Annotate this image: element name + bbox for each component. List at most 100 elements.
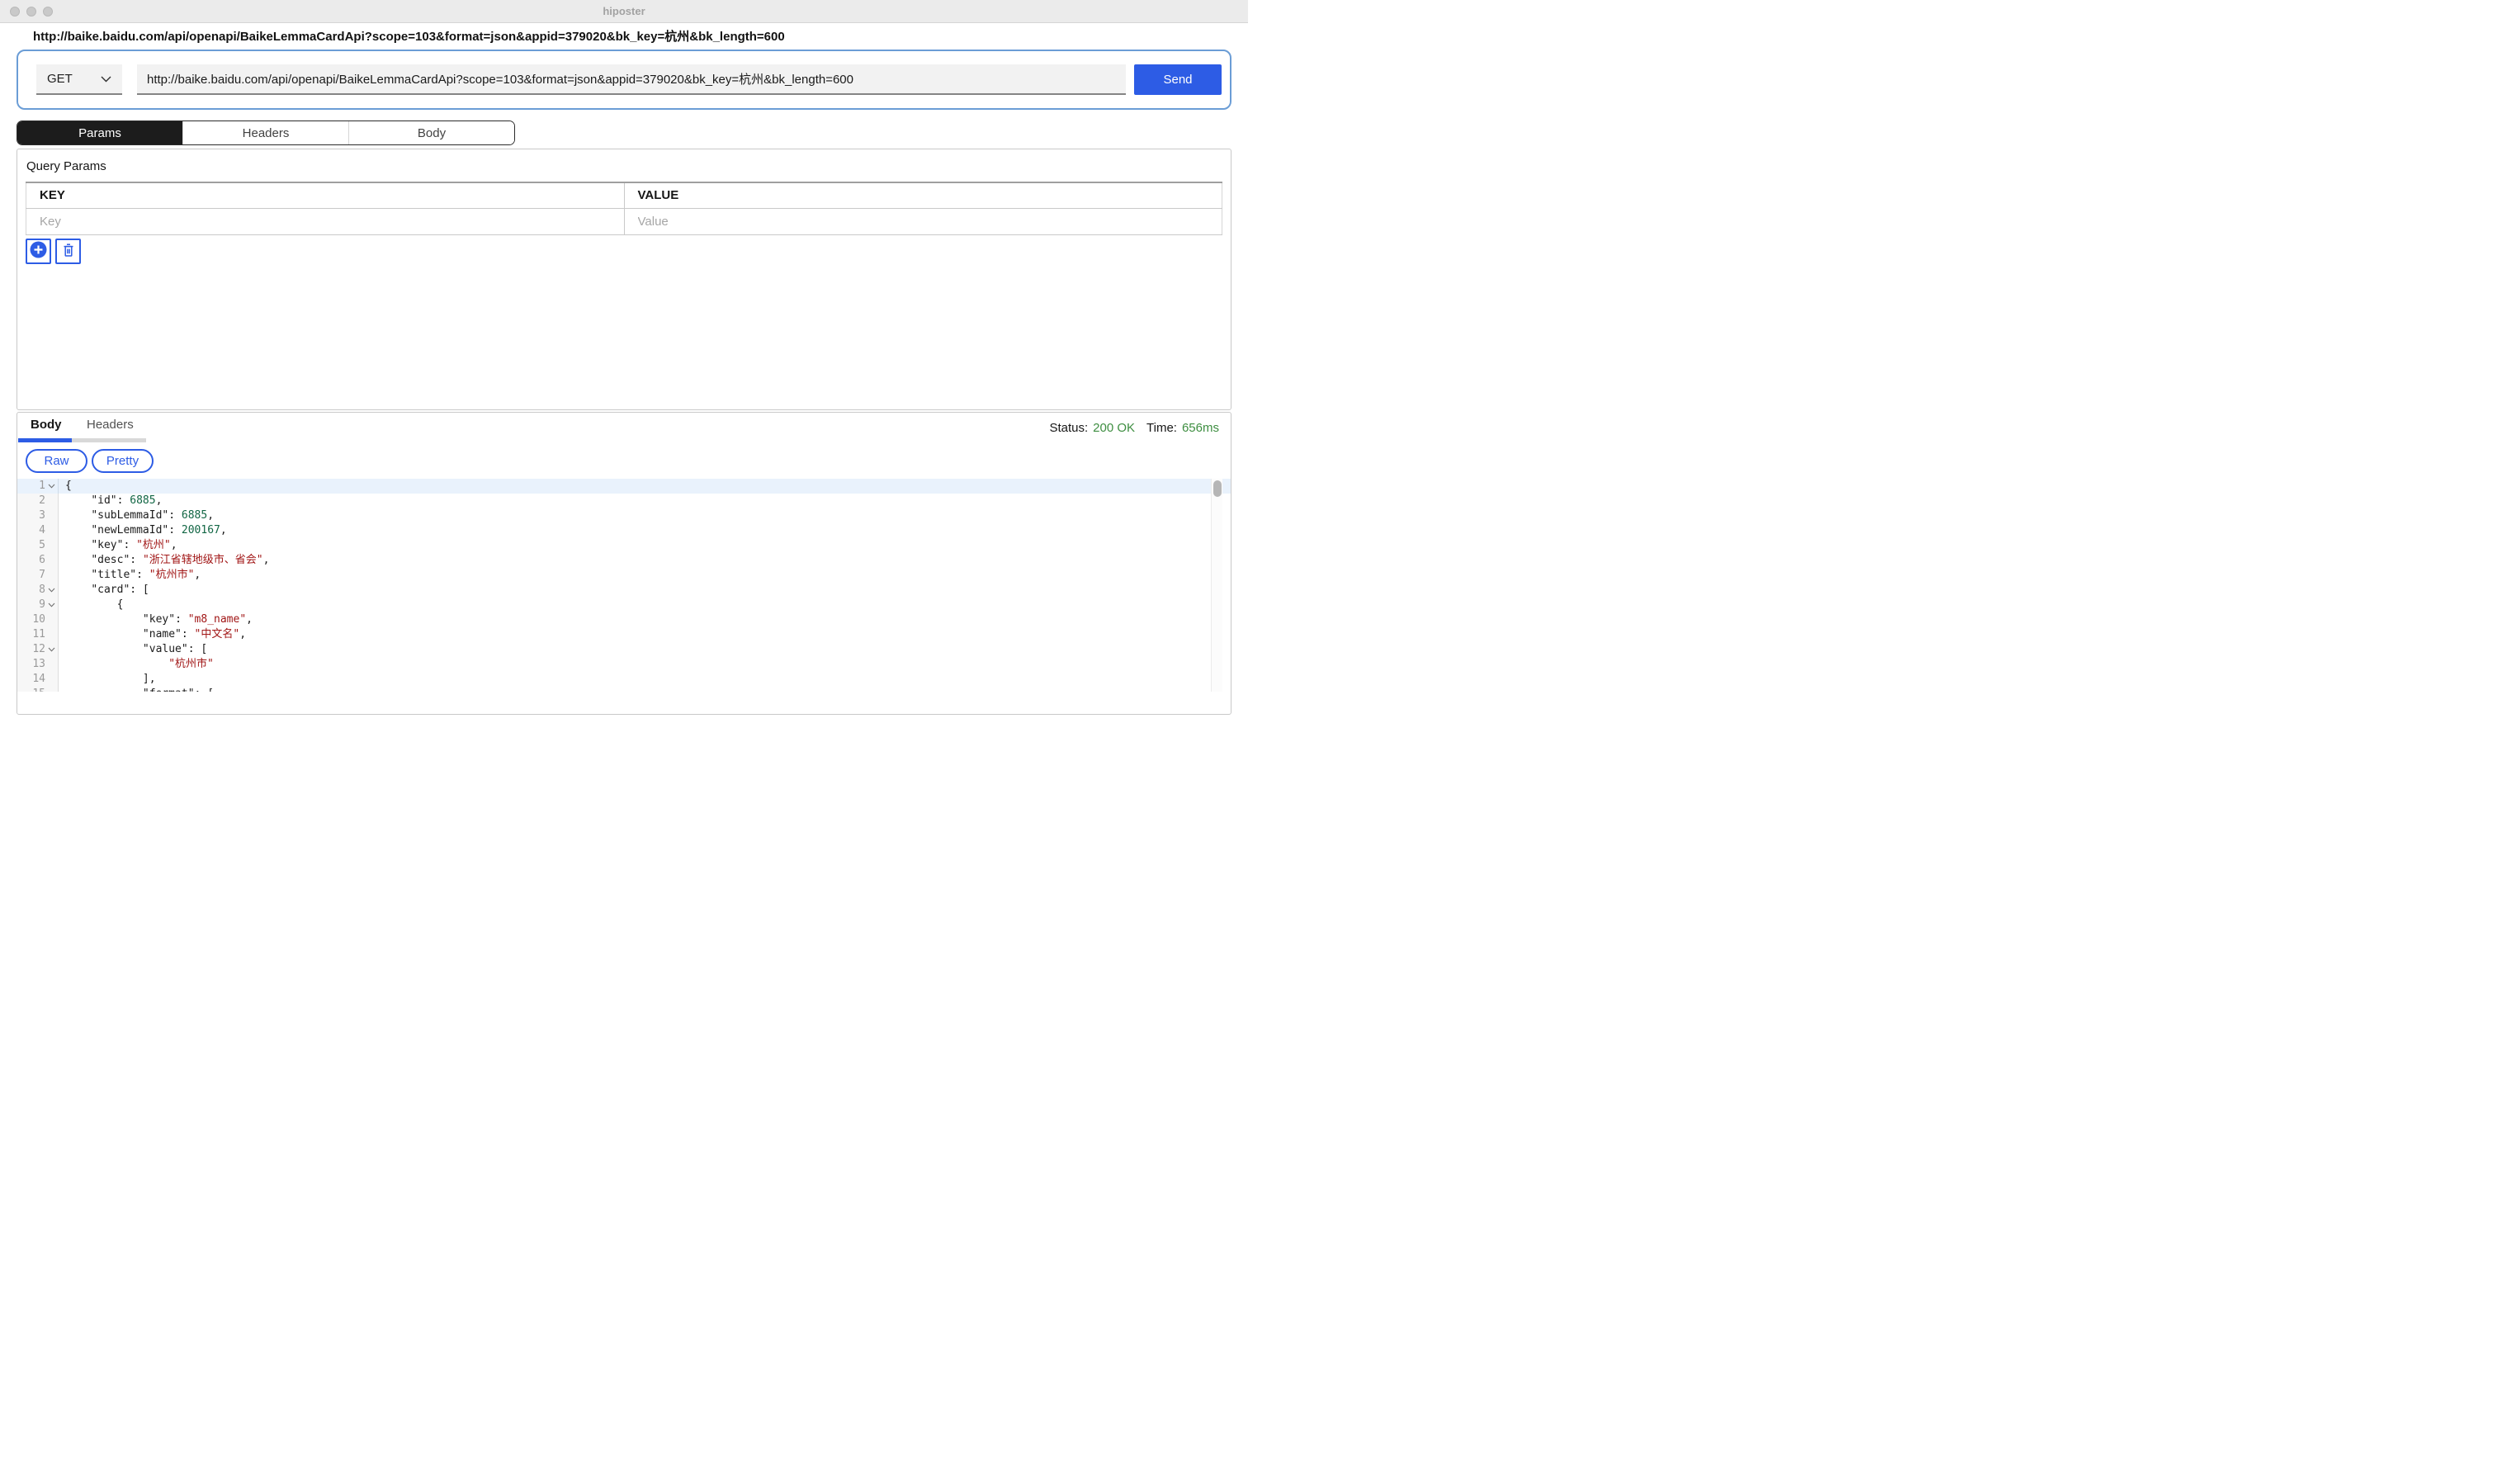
params-panel: Query Params KEY VALUE [17, 149, 1231, 410]
line-gutter: 4 [17, 523, 59, 538]
response-panel: Body Headers Status: 200 OK Time: 656ms Raw… [17, 412, 1231, 715]
fold-icon[interactable] [45, 642, 58, 657]
line-number: 13 [17, 657, 45, 672]
json-body: 1{2 "id": 6885,3 "subLemmaId": 6885,4 "n… [17, 479, 1231, 692]
code-line: 3 "subLemmaId": 6885, [17, 508, 1231, 523]
line-content: "desc": "浙江省辖地级市、省会", [59, 553, 269, 568]
line-number: 10 [17, 612, 45, 627]
line-content: "format": [ [59, 687, 214, 692]
code-line: 13 "杭州市" [17, 657, 1231, 672]
key-column-header: KEY [26, 182, 625, 208]
line-number: 2 [17, 494, 45, 508]
line-content: ], [59, 672, 156, 687]
param-key-input[interactable] [26, 209, 624, 234]
fold-spacer [45, 627, 58, 642]
line-number: 12 [17, 642, 45, 657]
fold-spacer [45, 508, 58, 523]
table-row [26, 208, 1222, 234]
line-gutter: 6 [17, 553, 59, 568]
line-number: 11 [17, 627, 45, 642]
fold-spacer [45, 523, 58, 538]
line-gutter: 9 [17, 598, 59, 612]
line-gutter: 13 [17, 657, 59, 672]
fold-spacer [45, 568, 58, 583]
row-actions [26, 239, 1222, 264]
code-line: 2 "id": 6885, [17, 494, 1231, 508]
fold-spacer [45, 657, 58, 672]
status-label: Status: [1049, 421, 1088, 435]
code-line: 14 ], [17, 672, 1231, 687]
fold-spacer [45, 553, 58, 568]
tab-body[interactable]: Body [348, 121, 514, 144]
code-line: 7 "title": "杭州市", [17, 568, 1231, 583]
line-content: "杭州市" [59, 657, 214, 672]
request-bar: GET Send [17, 50, 1231, 110]
line-gutter: 3 [17, 508, 59, 523]
line-gutter: 8 [17, 583, 59, 598]
line-content: "name": "中文名", [59, 627, 246, 642]
line-number: 15 [17, 687, 45, 692]
line-gutter: 5 [17, 538, 59, 553]
code-line: 11 "name": "中文名", [17, 627, 1231, 642]
send-button[interactable]: Send [1134, 64, 1222, 95]
line-content: { [59, 479, 72, 494]
response-tab-body[interactable]: Body [18, 417, 72, 442]
time-label: Time: [1146, 421, 1177, 435]
table-header-row: KEY VALUE [26, 182, 1222, 208]
request-url-heading: http://baike.baidu.com/api/openapi/Baike… [33, 29, 1231, 45]
fold-icon[interactable] [45, 687, 58, 692]
window-titlebar: hiposter [0, 0, 1248, 23]
fold-icon[interactable] [45, 583, 58, 598]
line-content: "key": "杭州", [59, 538, 177, 553]
code-line: 6 "desc": "浙江省辖地级市、省会", [17, 553, 1231, 568]
add-row-button[interactable] [26, 239, 51, 264]
line-content: "id": 6885, [59, 494, 162, 508]
scrollbar-thumb[interactable] [1213, 480, 1222, 497]
response-body-editor: 1{2 "id": 6885,3 "subLemmaId": 6885,4 "n… [17, 479, 1231, 692]
pretty-button[interactable]: Pretty [92, 449, 154, 473]
line-gutter: 11 [17, 627, 59, 642]
line-content: "title": "杭州市", [59, 568, 201, 583]
line-gutter: 12 [17, 642, 59, 657]
fold-spacer [45, 494, 58, 508]
line-gutter: 14 [17, 672, 59, 687]
line-content: "newLemmaId": 200167, [59, 523, 227, 538]
raw-button[interactable]: Raw [26, 449, 87, 473]
line-content: "key": "m8_name", [59, 612, 253, 627]
code-line: 5 "key": "杭州", [17, 538, 1231, 553]
line-number: 5 [17, 538, 45, 553]
line-number: 1 [17, 479, 45, 494]
trash-icon [62, 243, 75, 260]
time-value: 656ms [1182, 421, 1219, 435]
tab-params[interactable]: Params [17, 121, 182, 144]
code-line: 1{ [17, 479, 1231, 494]
response-tab-headers[interactable]: Headers [72, 417, 146, 442]
fold-spacer [45, 672, 58, 687]
line-gutter: 10 [17, 612, 59, 627]
line-number: 6 [17, 553, 45, 568]
code-line: 4 "newLemmaId": 200167, [17, 523, 1231, 538]
code-line: 10 "key": "m8_name", [17, 612, 1231, 627]
query-params-table: KEY VALUE [26, 182, 1222, 235]
fold-icon[interactable] [45, 479, 58, 494]
tab-headers[interactable]: Headers [182, 121, 348, 144]
param-value-input[interactable] [625, 209, 1222, 234]
line-gutter: 2 [17, 494, 59, 508]
method-select[interactable]: GET [36, 64, 122, 95]
plus-circle-icon [30, 241, 47, 261]
code-line: 8 "card": [ [17, 583, 1231, 598]
line-number: 8 [17, 583, 45, 598]
line-gutter: 1 [17, 479, 59, 494]
query-params-title: Query Params [26, 159, 1222, 174]
scrollbar-track[interactable] [1211, 479, 1222, 692]
request-tabs: Params Headers Body [17, 121, 515, 145]
status-value: 200 OK [1093, 421, 1135, 435]
line-content: "value": [ [59, 642, 207, 657]
line-number: 14 [17, 672, 45, 687]
method-select-value: GET [47, 72, 73, 86]
fold-icon[interactable] [45, 598, 58, 612]
code-line: 12 "value": [ [17, 642, 1231, 657]
url-input[interactable] [137, 64, 1126, 95]
delete-row-button[interactable] [55, 239, 81, 264]
fold-spacer [45, 612, 58, 627]
